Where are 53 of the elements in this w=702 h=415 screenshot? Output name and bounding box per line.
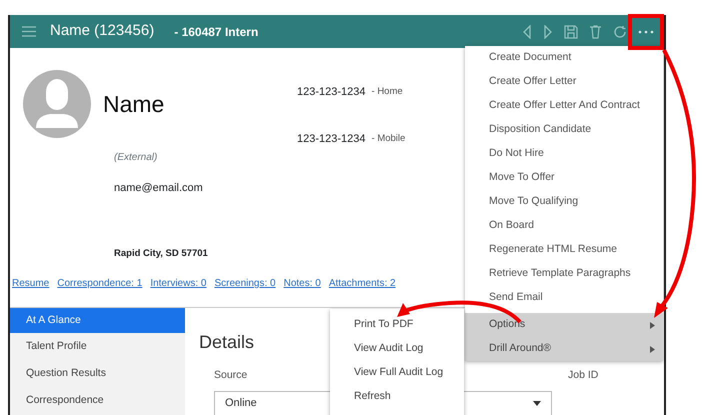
tab-link[interactable]: Attachments: 2 — [328, 276, 396, 291]
avatar-icon — [23, 70, 91, 138]
trash-icon[interactable] — [589, 24, 602, 38]
menu-item[interactable]: Send Email — [465, 286, 663, 310]
menu-icon[interactable] — [22, 26, 36, 37]
menu-item[interactable]: Create Document — [465, 46, 663, 70]
tab-link[interactable]: Resume — [12, 276, 50, 291]
menu-item[interactable]: Regenerate HTML Resume — [465, 238, 663, 262]
phone-number: 123-123-1234 — [297, 132, 366, 146]
highlight-box — [628, 14, 664, 50]
menu-item[interactable]: Move To Offer — [465, 166, 663, 190]
menu-item[interactable]: Do Not Hire — [465, 142, 663, 166]
menu-item[interactable]: On Board — [465, 214, 663, 238]
email-text: name@email.com — [114, 181, 203, 196]
menu-item[interactable]: Create Offer Letter And Contract — [465, 94, 663, 118]
menu-item[interactable]: Drill Around® — [465, 337, 663, 361]
menu-item[interactable]: View Full Audit Log — [330, 361, 464, 385]
menu-item[interactable]: Refresh — [330, 385, 464, 409]
record-title: Name (123456) — [50, 21, 154, 42]
previous-icon[interactable] — [522, 24, 532, 38]
menu-item[interactable]: Print To PDF — [330, 313, 464, 337]
candidate-origin: (External) — [114, 151, 158, 165]
refresh-icon[interactable] — [613, 24, 627, 38]
sidebar-item[interactable]: Question Results — [10, 360, 185, 387]
sidebar-item[interactable]: Talent Profile — [10, 333, 185, 360]
field-label: Source — [214, 368, 248, 383]
phone-number: 123-123-1234 — [297, 85, 366, 100]
next-icon[interactable] — [543, 24, 553, 38]
sidebar-item[interactable]: At A Glance — [10, 308, 185, 333]
save-icon[interactable] — [564, 24, 578, 38]
more-icon[interactable] — [638, 30, 654, 34]
phone-type: - Home — [372, 85, 403, 100]
record-subtitle: - 160487 Intern — [174, 24, 258, 40]
tab-link[interactable]: Interviews: 0 — [150, 276, 206, 291]
submenu-caret-icon — [650, 322, 655, 328]
tab-link[interactable]: Notes: 0 — [284, 276, 321, 291]
field-label: Job ID — [568, 368, 598, 383]
dropdown-icon — [533, 401, 541, 406]
menu-item[interactable]: Disposition Candidate — [465, 118, 663, 142]
sidebar-item[interactable]: Correspondence — [10, 387, 185, 414]
candidate-name: Name — [103, 90, 164, 119]
menu-item[interactable]: Options — [465, 313, 663, 337]
menu-item[interactable]: Retrieve Template Paragraphs — [465, 262, 663, 286]
submenu-caret-icon — [650, 346, 655, 352]
tab-link[interactable]: Screenings: 0 — [214, 276, 276, 291]
phone-type: - Mobile — [372, 132, 406, 146]
menu-item[interactable]: View Audit Log — [330, 337, 464, 361]
section-title: Details — [199, 333, 254, 351]
menu-item[interactable]: Move To Qualifying — [465, 190, 663, 214]
select-value: Online — [225, 396, 257, 412]
address-text: Rapid City, SD 57701 — [114, 247, 208, 261]
tab-link[interactable]: Correspondence: 1 — [57, 276, 142, 291]
menu-item[interactable]: Create Offer Letter — [465, 70, 663, 94]
